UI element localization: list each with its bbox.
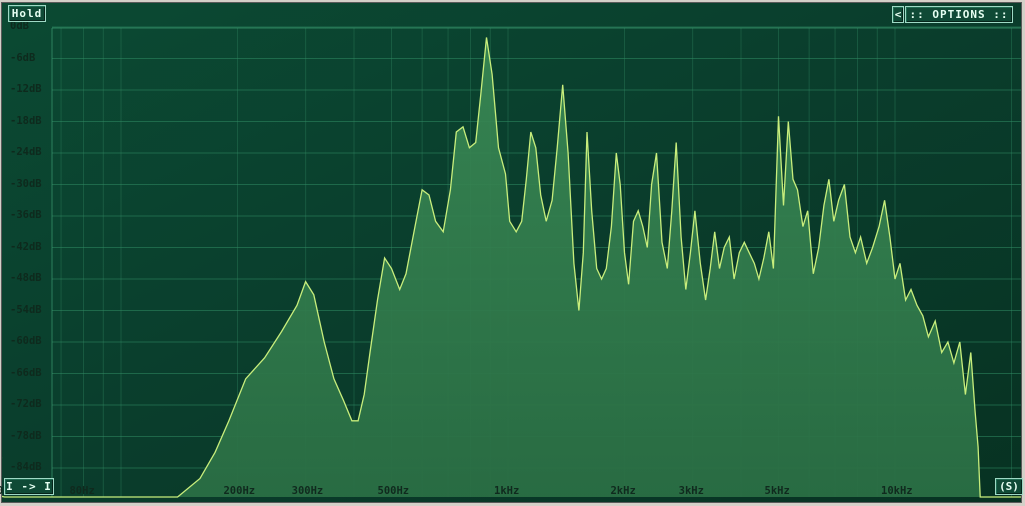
hold-button[interactable]: Hold bbox=[8, 5, 46, 22]
y-tick-label: -60dB bbox=[10, 335, 42, 347]
y-tick-label: -54dB bbox=[10, 303, 42, 316]
x-tick-label: 80Hz bbox=[69, 485, 95, 497]
x-tick-label: 10kHz bbox=[881, 485, 913, 497]
y-tick-label: -6dB bbox=[10, 51, 36, 64]
spectrum-chart bbox=[2, 3, 1021, 502]
y-tick-label: -48dB bbox=[10, 272, 42, 284]
x-tick-label: 200Hz bbox=[223, 485, 256, 497]
y-tick-label: -24dB bbox=[10, 146, 42, 158]
options-button[interactable]: :: OPTIONS :: bbox=[905, 6, 1013, 23]
y-tick-label: -30dB bbox=[10, 177, 42, 190]
prev-button[interactable]: < bbox=[892, 6, 904, 23]
x-tick-label: 500Hz bbox=[377, 485, 410, 497]
y-tick-label: -36dB bbox=[10, 209, 42, 221]
spectrum-display: 0dB -6dB -12dB -18dB -24dB -30dB -36dB -42dB -48… bbox=[0, 2, 1022, 503]
x-tick-label: 3kHz bbox=[678, 485, 704, 497]
x-tick-label: 2kHz bbox=[610, 485, 636, 497]
x-tick-label: 1kHz bbox=[494, 485, 520, 497]
y-tick-label: -18dB bbox=[10, 114, 42, 127]
y-tick-label: -42dB bbox=[10, 240, 42, 253]
y-tick-label: -66dB bbox=[10, 366, 42, 379]
y-tick-label: -72dB bbox=[10, 398, 42, 410]
y-tick-label: -78dB bbox=[10, 429, 42, 442]
y-tick-label: -12dB bbox=[10, 83, 42, 95]
x-tick-label: 300Hz bbox=[291, 485, 324, 497]
x-tick-label: 5kHz bbox=[764, 485, 790, 497]
spectrum-analyzer-window: 0dB -6dB -12dB -18dB -24dB -30dB -36dB -42dB -48… bbox=[0, 0, 1025, 506]
navigate-button[interactable]: I -> I bbox=[4, 478, 54, 495]
y-tick-label: -84dB bbox=[10, 461, 42, 473]
speed-button[interactable]: (S) bbox=[995, 478, 1023, 495]
